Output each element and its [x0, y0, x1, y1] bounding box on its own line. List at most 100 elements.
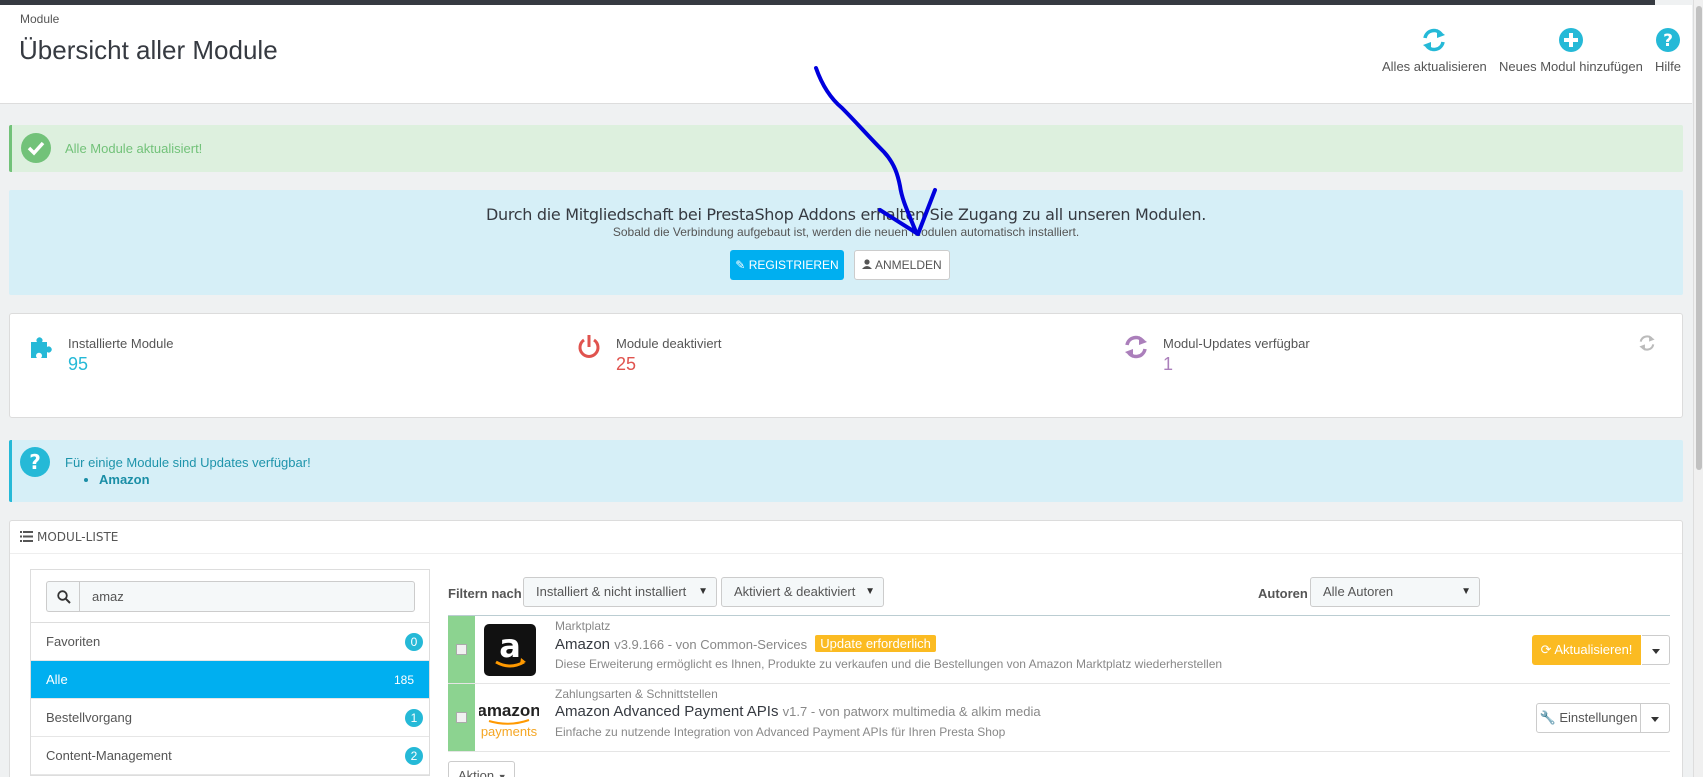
stat-updates-value: 1 [1163, 354, 1174, 374]
updates-info-text: Für einige Module sind Updates verfügbar… [65, 455, 311, 470]
category-label: Alle [46, 672, 68, 687]
question-circle-icon: ? [1656, 28, 1680, 52]
active-filter-value: Aktiviert & deaktiviert [734, 584, 856, 599]
update-module-label: Aktualisieren! [1554, 642, 1633, 657]
power-icon [578, 335, 600, 358]
page-scrollbar[interactable] [1693, 0, 1703, 777]
caret-down-icon: ▼ [1461, 586, 1471, 597]
svg-text:?: ? [29, 450, 41, 474]
module-row-amazon: a Marktplatz Amazon v3.9.166 - von Commo… [448, 616, 1670, 684]
module-search [31, 570, 429, 623]
search-input[interactable] [79, 581, 415, 612]
install-filter-select[interactable]: Installiert & nicht installiert ▼ [523, 577, 717, 607]
module-category: Zahlungsarten & Schnittstellen [555, 687, 718, 701]
module-name: Amazon Advanced Payment APIs [555, 703, 779, 720]
help-button[interactable]: ? Hilfe [1655, 27, 1681, 74]
category-label: Content-Management [46, 748, 172, 763]
stat-installed-value: 95 [68, 354, 89, 374]
category-label: Favoriten [46, 634, 101, 649]
logo-text-top: amazon [479, 701, 539, 720]
scrollbar-thumb[interactable] [1696, 6, 1702, 470]
module-description: Diese Erweiterung ermöglicht es Ihnen, P… [555, 657, 1223, 671]
page-title: Übersicht aller Module [19, 35, 278, 65]
update-module-button[interactable]: ⟳ Aktualisieren! [1532, 635, 1641, 665]
refresh-icon [1125, 335, 1147, 359]
caret-down-icon [1652, 649, 1660, 654]
svg-text:a: a [499, 627, 521, 665]
install-filter-value: Installiert & nicht installiert [536, 584, 687, 599]
module-settings-dropdown[interactable] [1641, 703, 1670, 733]
module-name: Amazon [555, 636, 611, 653]
authors-label: Autoren [1258, 586, 1308, 601]
addons-line-1: Durch die Mitgliedschaft bei PrestaShop … [485, 205, 1207, 224]
category-label: Bestellvorgang [46, 710, 132, 725]
module-checkbox[interactable] [456, 712, 467, 723]
plus-circle-icon [1558, 28, 1583, 52]
stat-installed-label: Installierte Module [68, 336, 174, 351]
svg-text:?: ? [1663, 31, 1673, 51]
question-circle-icon: ? [20, 447, 50, 477]
module-stats-panel: Installierte Module 95 Module deaktivier… [9, 313, 1683, 418]
updates-info-alert: ? Für einige Module sind Updates verfügb… [9, 440, 1683, 502]
module-name-line: Amazon v3.9.166 - von Common-Services Up… [555, 635, 936, 653]
bulk-action-button[interactable]: Aktion ▼ [448, 761, 515, 777]
update-required-badge: Update erforderlich [815, 635, 936, 652]
search-addon [46, 581, 79, 612]
category-sidebar: Favoriten 0 Alle 185 Bestellvorgang 1 Co… [30, 569, 430, 776]
module-table: a Marktplatz Amazon v3.9.166 - von Commo… [448, 615, 1670, 752]
caret-down-icon: ▼ [698, 586, 708, 597]
category-checkout[interactable]: Bestellvorgang 1 [31, 699, 429, 737]
caret-down-icon [1651, 717, 1659, 722]
updates-info-item[interactable]: Amazon [99, 472, 150, 487]
login-label: ANMELDEN [874, 258, 942, 272]
logo-text-bottom: payments [481, 724, 538, 739]
caret-down-icon: ▼ [865, 586, 875, 597]
puzzle-icon [31, 337, 52, 358]
stat-updates-label: Modul-Updates verfügbar [1163, 336, 1310, 351]
update-all-button[interactable]: Alles aktualisieren [1382, 27, 1487, 74]
list-icon [20, 531, 33, 542]
add-module-button[interactable]: Neues Modul hinzufügen [1499, 27, 1643, 74]
category-count-badge: 1 [405, 709, 423, 727]
category-count-badge: 0 [405, 633, 423, 651]
module-select-cell [448, 616, 475, 683]
pencil-icon: ✎ [735, 258, 746, 272]
module-list-header: MODUL-LISTE [10, 521, 1682, 554]
module-version: v1.7 - von patworx multimedia & alkim me… [782, 704, 1041, 719]
amazon-logo: a [484, 624, 536, 676]
update-module-dropdown[interactable] [1642, 635, 1670, 665]
stat-disabled-value: 25 [616, 354, 637, 374]
category-favorites[interactable]: Favoriten 0 [31, 623, 429, 661]
module-checkbox[interactable] [456, 644, 467, 655]
register-label: REGISTRIEREN [748, 258, 839, 272]
page-header: Module Übersicht aller Module Alles aktu… [0, 5, 1692, 104]
category-count-badge: 2 [405, 747, 423, 765]
authors-select[interactable]: Alle Autoren ▼ [1310, 577, 1480, 607]
check-circle-icon [21, 133, 51, 163]
module-select-cell [448, 684, 475, 751]
refresh-icon [1423, 28, 1446, 52]
refresh-stats-icon[interactable] [1638, 334, 1656, 352]
category-count-badge: 185 [393, 673, 414, 687]
module-row-amazon-payments: amazon payments Zahlungsarten & Schnitts… [448, 684, 1670, 752]
amazon-payments-logo: amazon payments [479, 701, 539, 739]
active-filter-select[interactable]: Aktiviert & deaktiviert ▼ [721, 577, 884, 607]
module-version: v3.9.166 - von Common-Services [614, 637, 808, 652]
register-button[interactable]: ✎ REGISTRIEREN [730, 250, 844, 280]
success-alert-text: Alle Module aktualisiert! [65, 141, 203, 156]
update-all-label: Alles aktualisieren [1382, 59, 1487, 74]
success-alert: Alle Module aktualisiert! [9, 125, 1683, 172]
category-content-management[interactable]: Content-Management 2 [31, 737, 429, 775]
wrench-icon: 🔧 [1539, 710, 1556, 725]
module-list-panel: MODUL-LISTE Favoriten 0 Alle 185 Bestell… [9, 520, 1683, 777]
bulk-action-label: Aktion [458, 768, 495, 777]
breadcrumb[interactable]: Module [20, 12, 59, 26]
module-settings-button[interactable]: 🔧 Einstellungen [1536, 703, 1641, 733]
user-icon [862, 259, 873, 269]
login-button[interactable]: ANMELDEN [854, 250, 950, 280]
caret-down-icon: ▼ [497, 772, 507, 777]
addons-banner: Durch die Mitgliedschaft bei PrestaShop … [9, 190, 1683, 295]
category-all[interactable]: Alle 185 [31, 661, 429, 699]
module-description: Einfache zu nutzende Integration von Adv… [555, 725, 1006, 739]
filter-label: Filtern nach [448, 586, 522, 601]
